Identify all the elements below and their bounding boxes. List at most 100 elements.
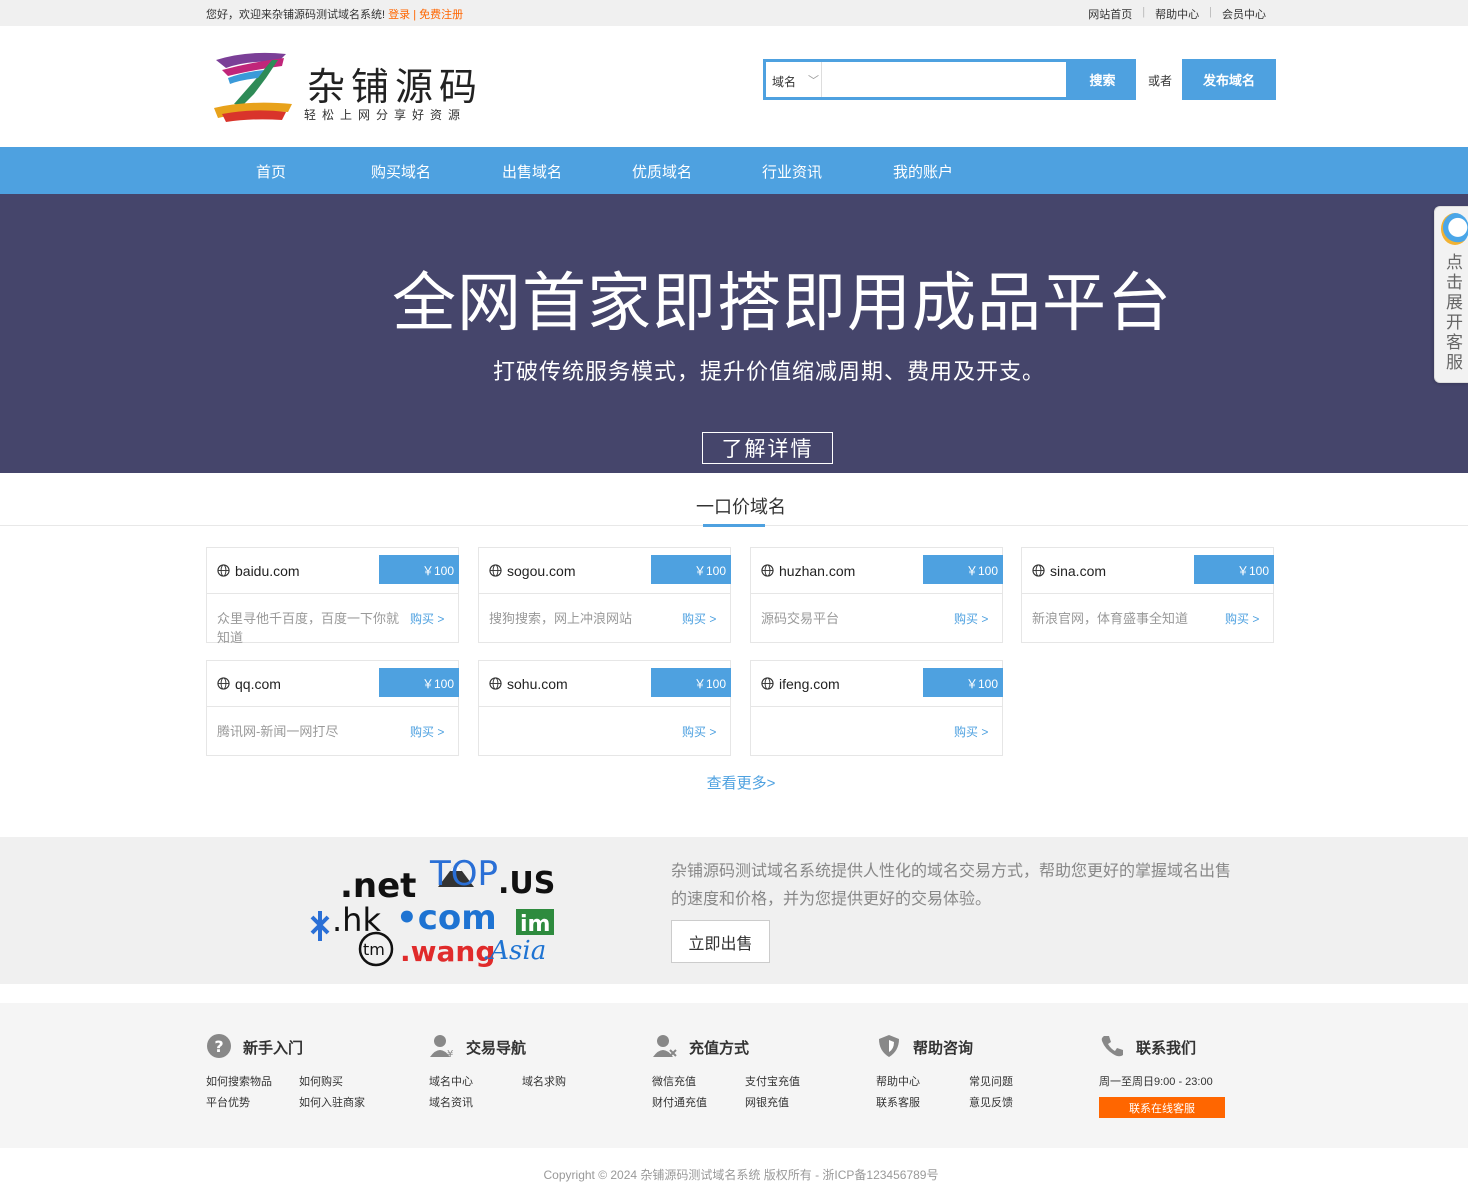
- domain-card[interactable]: ifeng.com ￥100 购买 >: [750, 660, 1003, 756]
- publish-domain-button[interactable]: 发布域名: [1182, 59, 1276, 100]
- footer-col-title: 新手入门: [243, 1040, 304, 1057]
- member-center-link[interactable]: 会员中心: [1222, 6, 1266, 22]
- hero-banner: 全网首家即搭即用成品平台 打破传统服务模式，提升价值缩减周期、费用及开支。 了解…: [0, 194, 1468, 473]
- question-icon: ?: [207, 1034, 231, 1058]
- domain-name[interactable]: ifeng.com: [779, 676, 840, 692]
- footer-link[interactable]: 如何入驻商家: [299, 1094, 365, 1110]
- footer-link[interactable]: 如何搜索物品: [206, 1073, 272, 1089]
- domain-tlds-illustration: .net TOP .US .hk •com im tm .wang .Asia: [310, 854, 555, 968]
- view-more-link[interactable]: 查看更多>: [0, 772, 1468, 793]
- buy-link[interactable]: 购买 >: [682, 610, 716, 627]
- domain-name[interactable]: sina.com: [1050, 563, 1106, 579]
- domain-name[interactable]: baidu.com: [235, 563, 300, 579]
- nav-item-premium-domain[interactable]: 优质域名: [632, 161, 692, 182]
- domain-description: 腾讯网-新闻一网打尽: [217, 724, 339, 739]
- globe-icon: [217, 564, 230, 577]
- globe-icon: [761, 564, 774, 577]
- footer-link[interactable]: 帮助中心: [876, 1073, 920, 1089]
- site-home-link[interactable]: 网站首页: [1088, 6, 1132, 22]
- footer-link[interactable]: 常见问题: [969, 1073, 1013, 1089]
- logo-title[interactable]: 杂铺源码: [307, 56, 483, 111]
- globe-icon: [761, 677, 774, 690]
- domain-description: 众里寻他千百度，百度一下你就知道: [217, 611, 400, 645]
- domain-card-header: sina.com ￥100: [1022, 548, 1274, 594]
- domain-name[interactable]: sohu.com: [507, 676, 568, 692]
- divider: |: [1209, 6, 1212, 18]
- nav-item-home[interactable]: 首页: [256, 161, 286, 182]
- domain-description: 搜狗搜索，网上冲浪网站: [489, 611, 633, 626]
- footer-link[interactable]: 域名求购: [522, 1073, 566, 1089]
- learn-more-button[interactable]: 了解详情: [702, 432, 833, 464]
- footer-link[interactable]: 联系客服: [876, 1094, 920, 1110]
- domain-card[interactable]: baidu.com ￥100 众里寻他千百度，百度一下你就知道 购买 >: [206, 547, 459, 645]
- section-title: 一口价域名: [696, 497, 786, 517]
- search-type-select[interactable]: 域名 ﹀: [766, 62, 822, 97]
- domain-price: ￥100: [923, 668, 1003, 697]
- nav-item-my-account[interactable]: 我的账户: [893, 161, 953, 182]
- divider: |: [1142, 6, 1146, 18]
- svg-text:¥: ¥: [447, 1049, 453, 1059]
- copyright: Copyright © 2024 杂铺源码测试域名系统 版权所有 - 浙ICP备…: [543, 1168, 939, 1182]
- domain-card[interactable]: qq.com ￥100 腾讯网-新闻一网打尽 购买 >: [206, 660, 459, 756]
- top-links: 网站首页 | 帮助中心 | 会员中心: [1088, 6, 1266, 22]
- buy-link[interactable]: 购买 >: [954, 723, 988, 740]
- footer-link[interactable]: 域名中心: [429, 1073, 473, 1089]
- buy-link[interactable]: 购买 >: [954, 610, 988, 627]
- footer-link[interactable]: 财付通充值: [652, 1094, 707, 1110]
- logo-z-icon[interactable]: [208, 48, 298, 124]
- banner-title: 全网首家即搭即用成品平台: [392, 267, 1172, 339]
- footer-col-title: 帮助咨询: [913, 1040, 974, 1057]
- register-link[interactable]: 免费注册: [419, 9, 463, 21]
- domain-card[interactable]: sogou.com ￥100 搜狗搜索，网上冲浪网站 购买 >: [478, 547, 731, 643]
- welcome-text: 您好，欢迎来杂铺源码测试域名系统! 登录 | 免费注册: [206, 6, 463, 22]
- help-center-link[interactable]: 帮助中心: [1155, 6, 1199, 22]
- domain-name[interactable]: qq.com: [235, 676, 281, 692]
- footer-link[interactable]: 域名资讯: [429, 1094, 473, 1110]
- nav-item-buy-domain[interactable]: 购买域名: [371, 161, 431, 182]
- domain-description: 源码交易平台: [761, 611, 840, 626]
- welcome-message: 您好，欢迎来杂铺源码测试域名系统!: [206, 9, 386, 21]
- buy-link[interactable]: 购买 >: [682, 723, 716, 740]
- buy-link[interactable]: 购买 >: [410, 610, 444, 627]
- buy-link[interactable]: 购买 >: [1225, 610, 1259, 627]
- qq-service-icon: [1441, 213, 1468, 245]
- search-button[interactable]: 搜索: [1069, 59, 1136, 100]
- footer-col-title: 联系我们: [1136, 1040, 1197, 1057]
- tld-com-label: •com: [396, 898, 497, 938]
- globe-icon: [217, 677, 230, 690]
- domain-price: ￥100: [379, 555, 459, 584]
- promo-description: 杂铺源码测试域名系统提供人性化的域名交易方式，帮助您更好的掌握域名出售的速度和价…: [671, 863, 1232, 908]
- domain-name[interactable]: sogou.com: [507, 563, 575, 579]
- login-link[interactable]: 登录: [388, 9, 410, 21]
- footer-link[interactable]: 网银充值: [745, 1094, 789, 1110]
- phone-icon: [1101, 1036, 1123, 1057]
- customer-service-tab[interactable]: 点击展开客服: [1434, 206, 1468, 383]
- main-nav: 首页 购买域名 出售域名 优质域名 行业资讯 我的账户: [0, 147, 1468, 194]
- section-title-underline: [703, 524, 765, 527]
- buy-link[interactable]: 购买 >: [410, 723, 444, 740]
- tld-us-label: .US: [498, 866, 555, 901]
- search-box: 域名 ﹀: [763, 59, 1069, 100]
- footer-link[interactable]: 支付宝充值: [745, 1073, 800, 1089]
- search-input[interactable]: [824, 62, 1064, 97]
- nav-item-sell-domain[interactable]: 出售域名: [502, 161, 562, 182]
- domain-card[interactable]: sina.com ￥100 新浪官网，体育盛事全知道 购买 >: [1021, 547, 1274, 643]
- domain-card[interactable]: huzhan.com ￥100 源码交易平台 购买 >: [750, 547, 1003, 643]
- login-separator: |: [413, 9, 417, 21]
- tld-im-label: im: [520, 912, 550, 937]
- footer-link[interactable]: 意见反馈: [969, 1094, 1013, 1110]
- sell-now-button[interactable]: 立即出售: [671, 920, 770, 963]
- footer-link[interactable]: 如何购买: [299, 1073, 343, 1089]
- globe-icon: [489, 564, 502, 577]
- online-service-button[interactable]: 联系在线客服: [1099, 1097, 1225, 1118]
- banner-subtitle: 打破传统服务模式，提升价值缩减周期、费用及开支。: [492, 360, 1045, 385]
- footer-link[interactable]: 微信充值: [652, 1073, 696, 1089]
- domain-price: ￥100: [651, 555, 731, 584]
- domain-name[interactable]: huzhan.com: [779, 563, 855, 579]
- footer-col-title: 充值方式: [689, 1040, 750, 1057]
- domain-card[interactable]: sohu.com ￥100 购买 >: [478, 660, 731, 756]
- tld-asia-label: .Asia: [482, 936, 546, 966]
- footer-link[interactable]: 平台优势: [206, 1094, 250, 1110]
- user-recharge-icon: [653, 1035, 677, 1057]
- nav-item-industry-news[interactable]: 行业资讯: [762, 161, 822, 182]
